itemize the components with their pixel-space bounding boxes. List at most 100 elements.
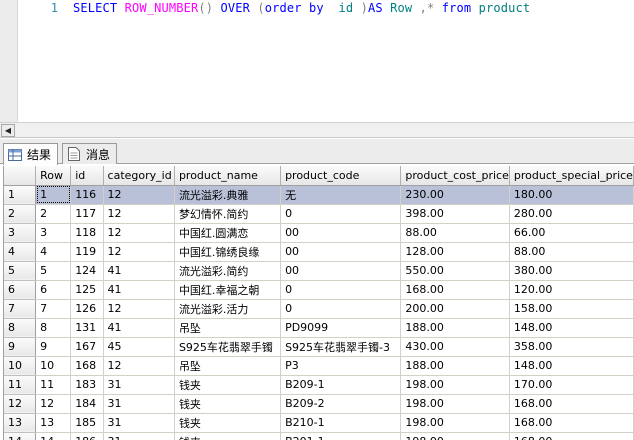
tab-results[interactable]: 结果 xyxy=(3,143,59,165)
column-header[interactable]: product_code xyxy=(280,166,402,186)
grid-cell[interactable]: 168.00 xyxy=(509,413,634,433)
grid-cell[interactable]: 0 xyxy=(280,299,402,319)
grid-cell[interactable]: 吊坠 xyxy=(174,318,282,338)
row-header[interactable]: 5 xyxy=(4,261,37,281)
grid-cell[interactable]: 550.00 xyxy=(400,261,510,281)
grid-cell[interactable]: 钱夹 xyxy=(174,375,282,395)
grid-cell[interactable]: 4 xyxy=(35,242,72,262)
grid-cell[interactable]: 31 xyxy=(103,394,175,414)
sql-editor[interactable]: 1 SELECT ROW_NUMBER() OVER (order by id … xyxy=(0,0,634,122)
grid-cell[interactable]: 118 xyxy=(70,223,104,243)
table-row[interactable]: 6 6 125 41 中国红.幸福之朝 0 168.00 120.00 xyxy=(4,280,634,300)
grid-cell[interactable]: 148.00 xyxy=(509,318,634,338)
table-row[interactable]: 8 8 131 41 吊坠 PD9099 188.00 148.00 xyxy=(4,318,634,338)
grid-cell[interactable]: 流光溢彩.活力 xyxy=(174,299,282,319)
grid-cell[interactable]: 11 xyxy=(35,375,72,395)
grid-cell[interactable]: 184 xyxy=(70,394,104,414)
sql-code-line[interactable]: SELECT ROW_NUMBER() OVER (order by id )A… xyxy=(73,1,530,16)
grid-cell[interactable]: 41 xyxy=(103,280,175,300)
table-row[interactable]: 4 4 119 12 中国红.锦绣良缘 00 128.00 88.00 xyxy=(4,242,634,262)
table-row[interactable]: 13 13 185 31 钱夹 B210-1 198.00 168.00 xyxy=(4,413,634,433)
grid-cell[interactable]: 180.00 xyxy=(509,185,634,205)
grid-cell[interactable]: 流光溢彩.典雅 xyxy=(174,185,282,205)
row-header[interactable]: 3 xyxy=(4,223,37,243)
grid-cell[interactable]: 183 xyxy=(70,375,104,395)
row-header[interactable]: 8 xyxy=(4,318,37,338)
grid-cell[interactable]: 31 xyxy=(103,413,175,433)
grid-cell[interactable]: 12 xyxy=(103,299,175,319)
grid-cell[interactable]: 200.00 xyxy=(400,299,510,319)
table-row[interactable]: 10 10 168 12 吊坠 P3 188.00 148.00 xyxy=(4,356,634,376)
table-row[interactable]: 12 12 184 31 钱夹 B209-2 198.00 168.00 xyxy=(4,394,634,414)
grid-cell[interactable]: 钱夹 xyxy=(174,394,282,414)
table-row[interactable]: 3 3 118 12 中国红.圆满恋 00 88.00 66.00 xyxy=(4,223,634,243)
grid-cell[interactable]: 45 xyxy=(103,337,175,357)
grid-cell[interactable]: 9 xyxy=(35,337,72,357)
grid-cell[interactable]: 186 xyxy=(70,432,104,440)
grid-cell[interactable]: P3 xyxy=(280,356,402,376)
grid-cell[interactable]: 66.00 xyxy=(509,223,634,243)
grid-cell[interactable]: 88.00 xyxy=(509,242,634,262)
tab-messages[interactable]: 消息 xyxy=(62,143,118,164)
grid-cell[interactable]: 吊坠 xyxy=(174,356,282,376)
grid-cell[interactable]: S925车花翡翠手镯 xyxy=(174,337,282,357)
grid-cell[interactable]: 00 xyxy=(280,242,402,262)
row-header[interactable]: 13 xyxy=(4,413,37,433)
grid-cell[interactable]: 398.00 xyxy=(400,204,510,224)
row-header[interactable]: 11 xyxy=(4,375,37,395)
grid-cell[interactable]: 00 xyxy=(280,261,402,281)
grid-cell[interactable]: S925车花翡翠手镯-3 xyxy=(280,337,402,357)
grid-cell[interactable]: 12 xyxy=(103,356,175,376)
grid-cell[interactable]: 185 xyxy=(70,413,104,433)
scroll-left-arrow-icon[interactable]: ◀ xyxy=(1,124,15,137)
row-header[interactable]: 6 xyxy=(4,280,37,300)
grid-cell[interactable]: 158.00 xyxy=(509,299,634,319)
grid-cell[interactable]: 168.00 xyxy=(509,432,634,440)
grid-cell[interactable]: 41 xyxy=(103,318,175,338)
grid-cell[interactable]: 12 xyxy=(35,394,72,414)
column-header[interactable]: product_cost_price xyxy=(400,166,510,186)
grid-cell[interactable]: 00 xyxy=(280,223,402,243)
table-row[interactable]: 141418631钱夹B201-1198.00168.00 xyxy=(4,432,634,440)
grid-cell[interactable]: 380.00 xyxy=(509,261,634,281)
grid-cell[interactable]: B201-1 xyxy=(280,432,402,440)
grid-cell[interactable]: 31 xyxy=(103,432,175,440)
column-header[interactable]: product_name xyxy=(174,166,282,186)
row-header[interactable]: 4 xyxy=(4,242,37,262)
grid-cell[interactable]: 梦幻情怀.简约 xyxy=(174,204,282,224)
grid-cell[interactable]: 钱夹 xyxy=(174,413,282,433)
grid-cell[interactable]: 119 xyxy=(70,242,104,262)
grid-cell[interactable]: 188.00 xyxy=(400,318,510,338)
table-row[interactable]: 9 9 167 45 S925车花翡翠手镯 S925车花翡翠手镯-3 430.00 358.0… xyxy=(4,337,634,357)
grid-cell[interactable]: 168.00 xyxy=(509,394,634,414)
grid-cell[interactable]: 168.00 xyxy=(400,280,510,300)
table-row[interactable]: 11 11 183 31 钱夹 B209-1 198.00 170.00 xyxy=(4,375,634,395)
grid-cell[interactable]: 358.00 xyxy=(509,337,634,357)
row-header[interactable]: 7 xyxy=(4,299,37,319)
row-header[interactable]: 14 xyxy=(4,432,37,440)
grid-cell[interactable]: 13 xyxy=(35,413,72,433)
grid-cell[interactable]: 41 xyxy=(103,261,175,281)
grid-cell[interactable]: 170.00 xyxy=(509,375,634,395)
grid-cell[interactable]: B209-1 xyxy=(280,375,402,395)
grid-cell[interactable]: 230.00 xyxy=(400,185,510,205)
grid-cell[interactable]: 12 xyxy=(103,204,175,224)
grid-cell[interactable]: 120.00 xyxy=(509,280,634,300)
grid-cell[interactable]: 116 xyxy=(70,185,104,205)
row-header[interactable]: 9 xyxy=(4,337,37,357)
grid-cell[interactable]: 12 xyxy=(103,223,175,243)
results-grid[interactable]: Row id category_id product_name product_code… xyxy=(3,166,634,440)
grid-cell[interactable]: 167 xyxy=(70,337,104,357)
grid-cell[interactable]: 31 xyxy=(103,375,175,395)
grid-cell[interactable]: 88.00 xyxy=(400,223,510,243)
grid-cell[interactable]: B210-1 xyxy=(280,413,402,433)
column-header[interactable]: product_special_price xyxy=(509,166,634,186)
grid-cell[interactable]: 198.00 xyxy=(400,432,510,440)
row-header[interactable]: 2 xyxy=(4,204,37,224)
grid-cell[interactable]: PD9099 xyxy=(280,318,402,338)
grid-cell[interactable]: 7 xyxy=(35,299,72,319)
grid-cell[interactable]: 0 xyxy=(280,280,402,300)
grid-cell[interactable]: 无 xyxy=(280,185,402,205)
table-row[interactable]: 7 7 126 12 流光溢彩.活力 0 200.00 158.00 xyxy=(4,299,634,319)
corner-header[interactable] xyxy=(4,166,37,186)
